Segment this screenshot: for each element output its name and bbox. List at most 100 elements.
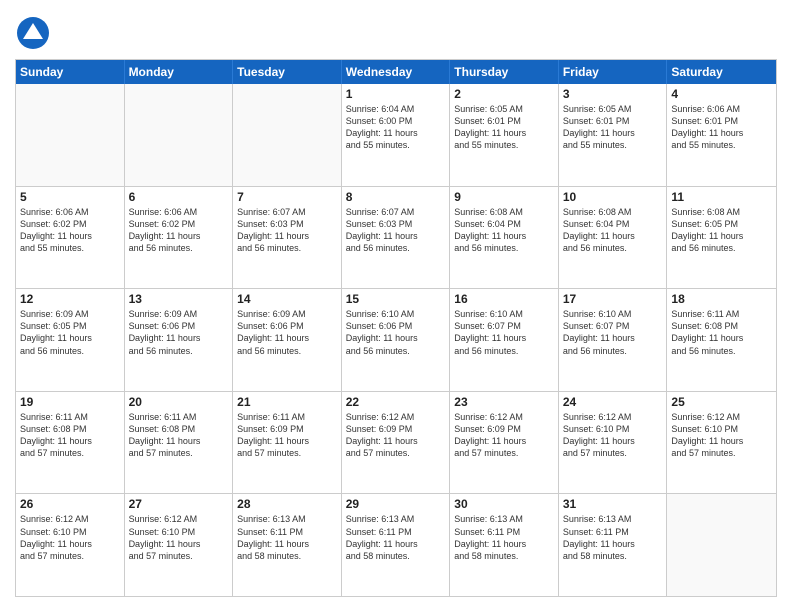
calendar-cell: 7 Sunrise: 6:07 AM Sunset: 6:03 PM Daylig… — [233, 187, 342, 289]
header-cell-sunday: Sunday — [16, 60, 125, 84]
cell-date: 21 — [237, 395, 337, 409]
calendar-cell — [667, 494, 776, 596]
cell-info: Sunrise: 6:12 AM Sunset: 6:10 PM Dayligh… — [671, 411, 772, 460]
cell-info: Sunrise: 6:06 AM Sunset: 6:02 PM Dayligh… — [129, 206, 229, 255]
cell-date: 30 — [454, 497, 554, 511]
cell-info: Sunrise: 6:07 AM Sunset: 6:03 PM Dayligh… — [346, 206, 446, 255]
cell-date: 5 — [20, 190, 120, 204]
cell-date: 24 — [563, 395, 663, 409]
calendar: SundayMondayTuesdayWednesdayThursdayFrid… — [15, 59, 777, 597]
calendar-cell: 18Sunrise: 6:11 AM Sunset: 6:08 PM Dayli… — [667, 289, 776, 391]
cell-date: 12 — [20, 292, 120, 306]
cell-date: 11 — [671, 190, 772, 204]
calendar-cell — [125, 84, 234, 186]
cell-info: Sunrise: 6:12 AM Sunset: 6:10 PM Dayligh… — [129, 513, 229, 562]
cell-date: 22 — [346, 395, 446, 409]
calendar-cell: 22 Sunrise: 6:12 AM Sunset: 6:09 PM Dayli… — [342, 392, 451, 494]
cell-date: 17 — [563, 292, 663, 306]
calendar-cell: 28 Sunrise: 6:13 AM Sunset: 6:11 PM Dayli… — [233, 494, 342, 596]
cell-date: 2 — [454, 87, 554, 101]
calendar-cell: 27 Sunrise: 6:12 AM Sunset: 6:10 PM Dayli… — [125, 494, 234, 596]
calendar-cell: 1 Sunrise: 6:04 AM Sunset: 6:00 PM Daylig… — [342, 84, 451, 186]
cell-date: 6 — [129, 190, 229, 204]
cell-date: 10 — [563, 190, 663, 204]
cell-date: 13 — [129, 292, 229, 306]
calendar-cell: 9 Sunrise: 6:08 AM Sunset: 6:04 PM Daylig… — [450, 187, 559, 289]
cell-date: 26 — [20, 497, 120, 511]
cell-info: Sunrise: 6:05 AM Sunset: 6:01 PM Dayligh… — [454, 103, 554, 152]
cell-date: 28 — [237, 497, 337, 511]
cell-info: Sunrise: 6:06 AM Sunset: 6:01 PM Dayligh… — [671, 103, 772, 152]
calendar-body: 1 Sunrise: 6:04 AM Sunset: 6:00 PM Daylig… — [16, 84, 776, 596]
calendar-cell: 29 Sunrise: 6:13 AM Sunset: 6:11 PM Dayli… — [342, 494, 451, 596]
logo — [15, 15, 55, 51]
header-cell-thursday: Thursday — [450, 60, 559, 84]
header-cell-saturday: Saturday — [667, 60, 776, 84]
calendar-cell: 4 Sunrise: 6:06 AM Sunset: 6:01 PM Daylig… — [667, 84, 776, 186]
cell-info: Sunrise: 6:12 AM Sunset: 6:09 PM Dayligh… — [346, 411, 446, 460]
cell-date: 7 — [237, 190, 337, 204]
calendar-cell: 23Sunrise: 6:12 AM Sunset: 6:09 PM Dayli… — [450, 392, 559, 494]
calendar-cell — [16, 84, 125, 186]
calendar-cell: 20 Sunrise: 6:11 AM Sunset: 6:08 PM Dayli… — [125, 392, 234, 494]
cell-date: 9 — [454, 190, 554, 204]
cell-info: Sunrise: 6:12 AM Sunset: 6:10 PM Dayligh… — [20, 513, 120, 562]
cell-date: 3 — [563, 87, 663, 101]
header-cell-wednesday: Wednesday — [342, 60, 451, 84]
cell-info: Sunrise: 6:11 AM Sunset: 6:08 PM Dayligh… — [20, 411, 120, 460]
cell-info: Sunrise: 6:13 AM Sunset: 6:11 PM Dayligh… — [563, 513, 663, 562]
cell-date: 27 — [129, 497, 229, 511]
calendar-cell: 24 Sunrise: 6:12 AM Sunset: 6:10 PM Dayli… — [559, 392, 668, 494]
cell-info: Sunrise: 6:04 AM Sunset: 6:00 PM Dayligh… — [346, 103, 446, 152]
calendar-cell: 8 Sunrise: 6:07 AM Sunset: 6:03 PM Daylig… — [342, 187, 451, 289]
calendar-cell: 17 Sunrise: 6:10 AM Sunset: 6:07 PM Dayli… — [559, 289, 668, 391]
cell-date: 1 — [346, 87, 446, 101]
cell-date: 29 — [346, 497, 446, 511]
page: SundayMondayTuesdayWednesdayThursdayFrid… — [0, 0, 792, 612]
cell-date: 19 — [20, 395, 120, 409]
cell-date: 16 — [454, 292, 554, 306]
calendar-cell: 19 Sunrise: 6:11 AM Sunset: 6:08 PM Dayli… — [16, 392, 125, 494]
cell-date: 4 — [671, 87, 772, 101]
cell-info: Sunrise: 6:09 AM Sunset: 6:06 PM Dayligh… — [129, 308, 229, 357]
cell-info: Sunrise: 6:13 AM Sunset: 6:11 PM Dayligh… — [237, 513, 337, 562]
cell-date: 31 — [563, 497, 663, 511]
cell-date: 25 — [671, 395, 772, 409]
calendar-cell: 3Sunrise: 6:05 AM Sunset: 6:01 PM Daylig… — [559, 84, 668, 186]
cell-info: Sunrise: 6:11 AM Sunset: 6:08 PM Dayligh… — [671, 308, 772, 357]
header-cell-monday: Monday — [125, 60, 234, 84]
cell-info: Sunrise: 6:12 AM Sunset: 6:10 PM Dayligh… — [563, 411, 663, 460]
calendar-cell: 31 Sunrise: 6:13 AM Sunset: 6:11 PM Dayli… — [559, 494, 668, 596]
cell-info: Sunrise: 6:10 AM Sunset: 6:07 PM Dayligh… — [563, 308, 663, 357]
cell-info: Sunrise: 6:09 AM Sunset: 6:05 PM Dayligh… — [20, 308, 120, 357]
cell-info: Sunrise: 6:08 AM Sunset: 6:05 PM Dayligh… — [671, 206, 772, 255]
cell-info: Sunrise: 6:11 AM Sunset: 6:08 PM Dayligh… — [129, 411, 229, 460]
cell-date: 8 — [346, 190, 446, 204]
calendar-cell: 2 Sunrise: 6:05 AM Sunset: 6:01 PM Daylig… — [450, 84, 559, 186]
calendar-row-2: 5 Sunrise: 6:06 AM Sunset: 6:02 PM Daylig… — [16, 187, 776, 290]
cell-date: 15 — [346, 292, 446, 306]
calendar-cell — [233, 84, 342, 186]
cell-info: Sunrise: 6:08 AM Sunset: 6:04 PM Dayligh… — [454, 206, 554, 255]
cell-date: 14 — [237, 292, 337, 306]
calendar-header-row: SundayMondayTuesdayWednesdayThursdayFrid… — [16, 60, 776, 84]
cell-info: Sunrise: 6:13 AM Sunset: 6:11 PM Dayligh… — [346, 513, 446, 562]
calendar-cell: 26 Sunrise: 6:12 AM Sunset: 6:10 PM Dayli… — [16, 494, 125, 596]
cell-info: Sunrise: 6:08 AM Sunset: 6:04 PM Dayligh… — [563, 206, 663, 255]
calendar-cell: 16 Sunrise: 6:10 AM Sunset: 6:07 PM Dayli… — [450, 289, 559, 391]
calendar-cell: 5Sunrise: 6:06 AM Sunset: 6:02 PM Daylig… — [16, 187, 125, 289]
calendar-cell: 21Sunrise: 6:11 AM Sunset: 6:09 PM Dayli… — [233, 392, 342, 494]
calendar-cell: 30 Sunrise: 6:13 AM Sunset: 6:11 PM Dayli… — [450, 494, 559, 596]
calendar-cell: 15Sunrise: 6:10 AM Sunset: 6:06 PM Dayli… — [342, 289, 451, 391]
cell-info: Sunrise: 6:10 AM Sunset: 6:07 PM Dayligh… — [454, 308, 554, 357]
cell-info: Sunrise: 6:13 AM Sunset: 6:11 PM Dayligh… — [454, 513, 554, 562]
header — [15, 15, 777, 51]
header-cell-tuesday: Tuesday — [233, 60, 342, 84]
calendar-row-3: 12 Sunrise: 6:09 AM Sunset: 6:05 PM Dayli… — [16, 289, 776, 392]
cell-info: Sunrise: 6:09 AM Sunset: 6:06 PM Dayligh… — [237, 308, 337, 357]
calendar-cell: 14 Sunrise: 6:09 AM Sunset: 6:06 PM Dayli… — [233, 289, 342, 391]
calendar-cell: 12 Sunrise: 6:09 AM Sunset: 6:05 PM Dayli… — [16, 289, 125, 391]
cell-info: Sunrise: 6:07 AM Sunset: 6:03 PM Dayligh… — [237, 206, 337, 255]
cell-date: 20 — [129, 395, 229, 409]
calendar-cell: 6 Sunrise: 6:06 AM Sunset: 6:02 PM Daylig… — [125, 187, 234, 289]
